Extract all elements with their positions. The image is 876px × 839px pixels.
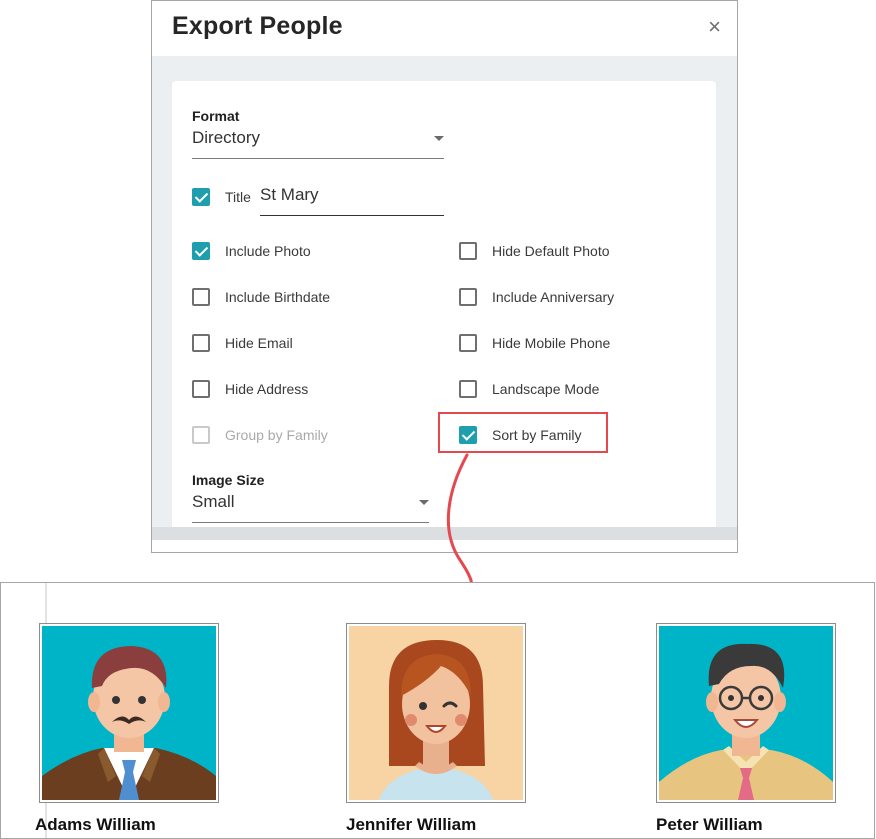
landscape-mode-checkbox[interactable] bbox=[459, 380, 477, 398]
close-icon[interactable]: × bbox=[708, 15, 721, 39]
group-by-family-checkbox bbox=[192, 426, 210, 444]
title-checkbox-row[interactable]: Title bbox=[192, 186, 262, 208]
landscape-mode-label: Landscape Mode bbox=[492, 381, 600, 397]
person-name: Adams William bbox=[35, 815, 156, 834]
hide-address-option[interactable]: Hide Address bbox=[192, 378, 392, 400]
title-checkbox[interactable] bbox=[192, 188, 210, 206]
hide-email-label: Hide Email bbox=[225, 335, 293, 351]
include-photo-label: Include Photo bbox=[225, 243, 311, 259]
hide-address-checkbox[interactable] bbox=[192, 380, 210, 398]
include-photo-checkbox[interactable] bbox=[192, 242, 210, 260]
title-input-value: St Mary bbox=[260, 185, 319, 204]
include-anniversary-label: Include Anniversary bbox=[492, 289, 615, 305]
hide-mobile-phone-option[interactable]: Hide Mobile Phone bbox=[459, 332, 659, 354]
title-input[interactable]: St Mary bbox=[260, 185, 444, 216]
sort-by-family-highlight bbox=[438, 412, 608, 453]
hide-email-option[interactable]: Hide Email bbox=[192, 332, 392, 354]
format-select[interactable]: Directory bbox=[192, 128, 444, 159]
person-name: Peter William bbox=[656, 815, 763, 834]
include-anniversary-checkbox[interactable] bbox=[459, 288, 477, 306]
landscape-mode-option[interactable]: Landscape Mode bbox=[459, 378, 659, 400]
person-photo bbox=[39, 623, 219, 803]
hide-address-label: Hide Address bbox=[225, 381, 309, 397]
chevron-down-icon bbox=[434, 136, 444, 141]
person-photo bbox=[346, 623, 526, 803]
man-glasses-avatar-icon bbox=[659, 626, 833, 800]
hide-default-photo-checkbox[interactable] bbox=[459, 242, 477, 260]
directory-preview: Adams William Jennifer William Peter Wil… bbox=[0, 582, 875, 839]
format-value: Directory bbox=[192, 128, 261, 147]
man-mustache-avatar-icon bbox=[42, 626, 216, 800]
image-size-value: Small bbox=[192, 492, 235, 511]
image-size-label: Image Size bbox=[192, 472, 265, 488]
image-size-select[interactable]: Small bbox=[192, 492, 429, 523]
person-name: Jennifer William bbox=[346, 815, 477, 834]
hide-mobile-phone-checkbox[interactable] bbox=[459, 334, 477, 352]
chevron-down-icon bbox=[419, 500, 429, 505]
woman-avatar-icon bbox=[349, 626, 523, 800]
include-birthdate-checkbox[interactable] bbox=[192, 288, 210, 306]
hide-default-photo-label: Hide Default Photo bbox=[492, 243, 610, 259]
hide-default-photo-option[interactable]: Hide Default Photo bbox=[459, 240, 659, 262]
person-photo bbox=[656, 623, 836, 803]
hide-mobile-phone-label: Hide Mobile Phone bbox=[492, 335, 611, 351]
dialog-header: Export People × bbox=[152, 1, 737, 56]
group-by-family-option: Group by Family bbox=[192, 424, 392, 446]
include-photo-option[interactable]: Include Photo bbox=[192, 240, 392, 262]
group-by-family-label: Group by Family bbox=[225, 427, 328, 443]
title-checkbox-label: Title bbox=[225, 189, 251, 205]
include-birthdate-label: Include Birthdate bbox=[225, 289, 331, 305]
hide-email-checkbox[interactable] bbox=[192, 334, 210, 352]
include-birthdate-option[interactable]: Include Birthdate bbox=[192, 286, 392, 308]
dialog-title: Export People bbox=[172, 12, 343, 40]
format-label: Format bbox=[192, 108, 240, 124]
include-anniversary-option[interactable]: Include Anniversary bbox=[459, 286, 659, 308]
